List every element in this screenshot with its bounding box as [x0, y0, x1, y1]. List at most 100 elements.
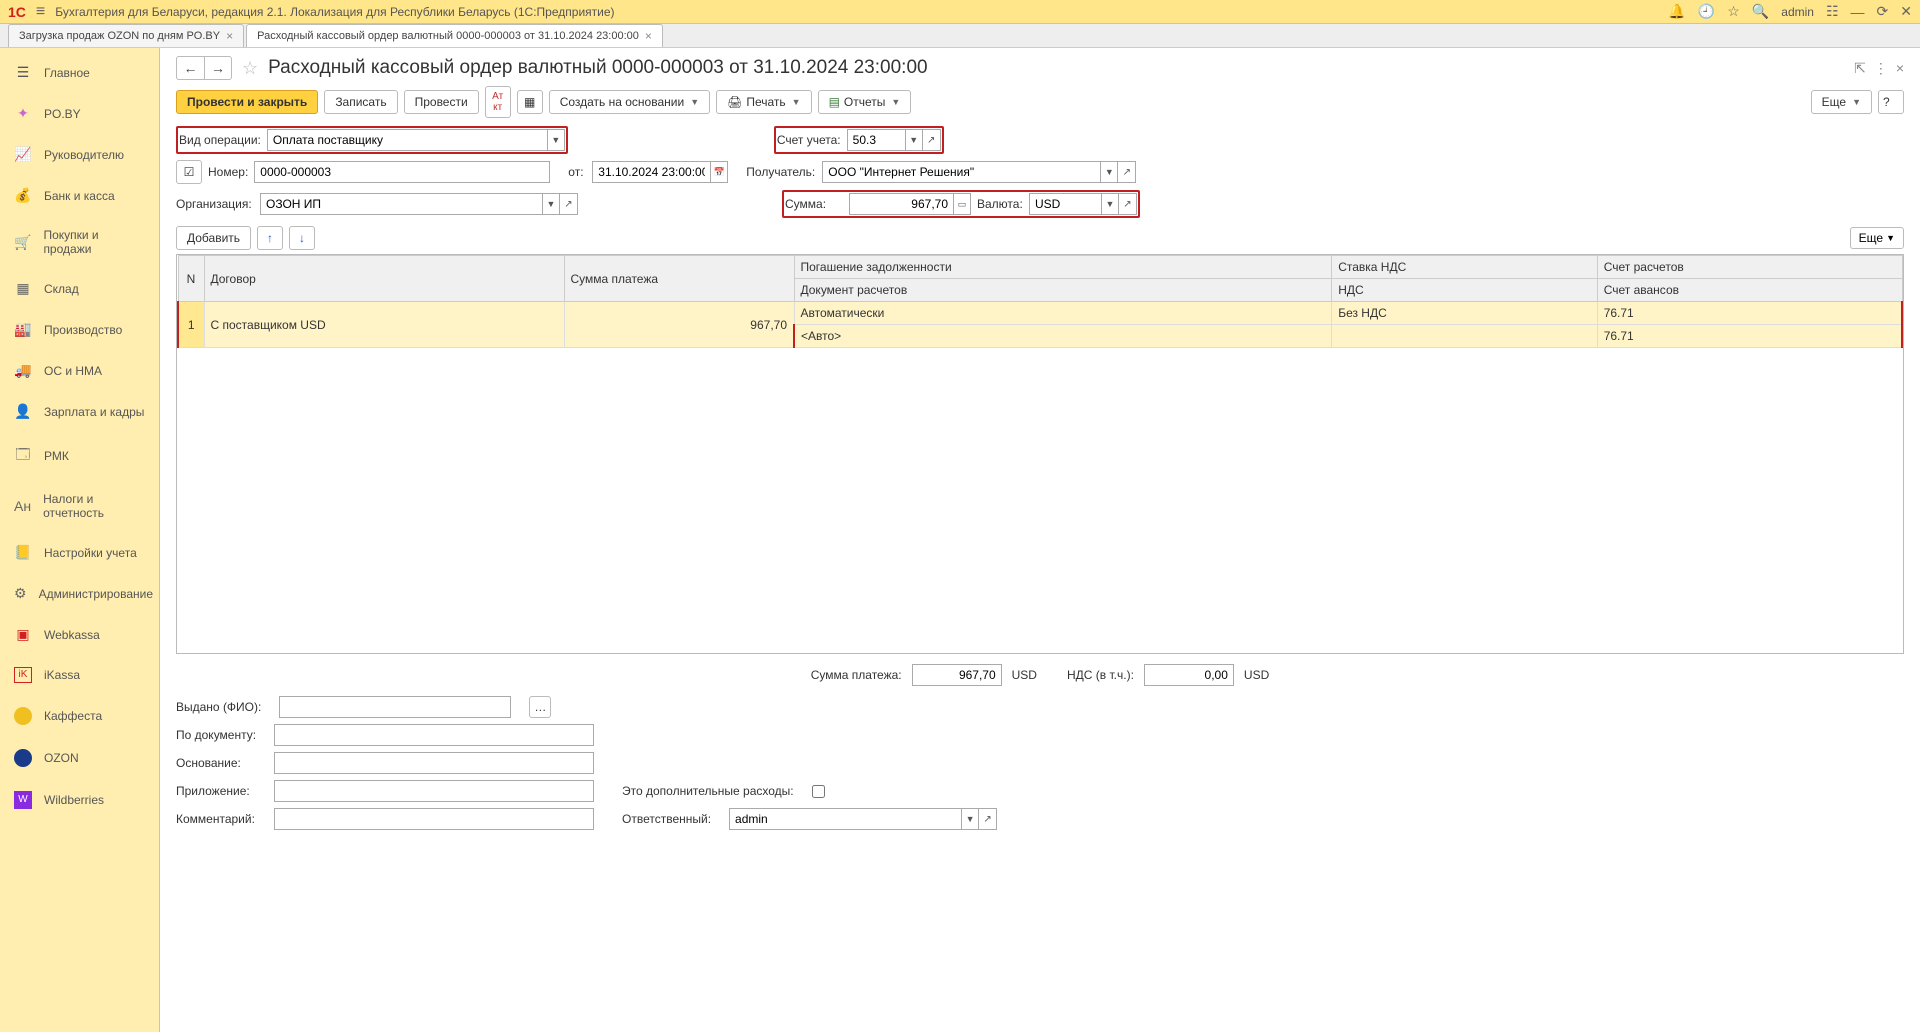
sidebar-item-taxes[interactable]: АнНалоги и отчетность: [0, 480, 159, 532]
issued-input[interactable]: [279, 696, 511, 718]
by-doc-input[interactable]: [274, 724, 594, 746]
issued-select-button[interactable]: …: [529, 696, 551, 718]
tab-cash-order[interactable]: Расходный кассовый ордер валютный 0000-0…: [246, 24, 663, 47]
post-and-close-button[interactable]: Провести и закрыть: [176, 90, 318, 114]
responsible-dropdown[interactable]: ▼: [961, 808, 979, 830]
col-settle-acc[interactable]: Счет расчетов: [1597, 256, 1902, 279]
recipient-open-icon[interactable]: ↗: [1118, 161, 1136, 183]
col-doc[interactable]: Документ расчетов: [794, 279, 1332, 302]
tab-close-icon[interactable]: ×: [645, 29, 652, 43]
sidebar-item-os-nma[interactable]: 🚚ОС и НМА: [0, 350, 159, 391]
col-advance-acc[interactable]: Счет авансов: [1597, 279, 1902, 302]
extra-costs-checkbox[interactable]: [812, 785, 825, 798]
add-row-button[interactable]: Добавить: [176, 226, 251, 250]
cell-doc[interactable]: <Авто>: [794, 325, 1332, 348]
sidebar-item-webkassa[interactable]: ▣Webkassa: [0, 614, 159, 655]
search-icon[interactable]: 🔍: [1752, 3, 1769, 20]
favorite-star-icon[interactable]: ☆: [242, 58, 258, 79]
currency-open-icon[interactable]: ↗: [1119, 193, 1137, 215]
col-amount[interactable]: Сумма платежа: [564, 256, 794, 302]
bell-icon[interactable]: 🔔: [1668, 3, 1685, 20]
currency-dropdown[interactable]: ▼: [1101, 193, 1119, 215]
sidebar-item-poby[interactable]: ✦PO.BY: [0, 93, 159, 134]
calculator-icon[interactable]: ▭: [953, 193, 971, 215]
structure-button[interactable]: ▦: [517, 90, 543, 114]
vat-total-field[interactable]: [1144, 664, 1234, 686]
page-menu-icon[interactable]: ⋮: [1874, 60, 1888, 77]
sidebar-item-wildberries[interactable]: WWildberries: [0, 779, 159, 821]
nav-forward-button[interactable]: →: [204, 56, 232, 80]
restore-icon[interactable]: ⟳: [1877, 3, 1889, 20]
page-close-icon[interactable]: ×: [1896, 60, 1904, 77]
reports-button[interactable]: ▤Отчеты▼: [818, 90, 912, 114]
hamburger-icon[interactable]: ≡: [36, 3, 45, 21]
sidebar-item-bank[interactable]: 💰Банк и касса: [0, 175, 159, 216]
org-dropdown[interactable]: ▼: [542, 193, 560, 215]
cell-vat[interactable]: [1332, 325, 1598, 348]
sidebar-item-ikassa[interactable]: iKiKassa: [0, 655, 159, 695]
minimize-icon[interactable]: —: [1851, 4, 1865, 20]
sidebar-item-production[interactable]: 🏭Производство: [0, 309, 159, 350]
cell-settle-acc[interactable]: 76.71: [1597, 302, 1902, 325]
operation-type-input[interactable]: [267, 129, 547, 151]
cell-vat-rate[interactable]: Без НДС: [1332, 302, 1598, 325]
col-vat-rate[interactable]: Ставка НДС: [1332, 256, 1598, 279]
sidebar-item-acc-settings[interactable]: 📒Настройки учета: [0, 532, 159, 573]
account-dropdown[interactable]: ▼: [905, 129, 923, 151]
account-open-icon[interactable]: ↗: [923, 129, 941, 151]
calendar-icon[interactable]: 📅: [710, 161, 728, 183]
sidebar-item-ozon[interactable]: OZON: [0, 737, 159, 779]
table-row[interactable]: 1 С поставщиком USD 967,70 Автоматически…: [178, 302, 1902, 325]
currency-input[interactable]: [1029, 193, 1101, 215]
move-down-button[interactable]: ↓: [289, 226, 315, 250]
history-icon[interactable]: 🕘: [1698, 3, 1715, 20]
recipient-dropdown[interactable]: ▼: [1100, 161, 1118, 183]
attachment-input[interactable]: [274, 780, 594, 802]
operation-type-dropdown[interactable]: ▼: [547, 129, 565, 151]
toolbar-more-button[interactable]: Еще▼: [1811, 90, 1872, 114]
col-contract[interactable]: Договор: [204, 256, 564, 302]
sum-input[interactable]: [849, 193, 953, 215]
print-button[interactable]: 🖨Печать▼: [716, 90, 811, 114]
tab-close-icon[interactable]: ×: [226, 29, 233, 43]
comment-input[interactable]: [274, 808, 594, 830]
nav-back-button[interactable]: ←: [176, 56, 204, 80]
star-icon[interactable]: ☆: [1727, 3, 1740, 20]
payment-sum-field[interactable]: [912, 664, 1002, 686]
basis-input[interactable]: [274, 752, 594, 774]
sidebar-item-salary[interactable]: 👤Зарплата и кадры: [0, 391, 159, 432]
tab-ozon-load[interactable]: Загрузка продаж OZON по дням PO.BY ×: [8, 24, 244, 47]
close-window-icon[interactable]: ✕: [1900, 3, 1912, 20]
account-input[interactable]: [847, 129, 905, 151]
sidebar-item-main[interactable]: ☰Главное: [0, 52, 159, 93]
dtkt-button[interactable]: Аткт: [485, 86, 511, 118]
cell-repayment[interactable]: Автоматически: [794, 302, 1332, 325]
create-based-button[interactable]: Создать на основании▼: [549, 90, 710, 114]
recipient-input[interactable]: [822, 161, 1100, 183]
post-button[interactable]: Провести: [404, 90, 479, 114]
table-more-button[interactable]: Еще▼: [1850, 227, 1904, 249]
col-n[interactable]: N: [178, 256, 204, 302]
org-input[interactable]: [260, 193, 542, 215]
sidebar-item-kaffesta[interactable]: Каффеста: [0, 695, 159, 737]
sidebar-item-warehouse[interactable]: ▦Склад: [0, 268, 159, 309]
sidebar-item-rmk[interactable]: 🗔РМК: [0, 432, 159, 480]
open-window-icon[interactable]: ⇱: [1854, 60, 1866, 77]
cell-amount[interactable]: 967,70: [564, 302, 794, 348]
sidebar-item-manager[interactable]: 📈Руководителю: [0, 134, 159, 175]
number-auto-button[interactable]: ☑: [176, 160, 202, 184]
sidebar-item-sales[interactable]: 🛒Покупки и продажи: [0, 216, 159, 268]
current-user[interactable]: admin: [1781, 5, 1814, 19]
col-vat[interactable]: НДС: [1332, 279, 1598, 302]
write-button[interactable]: Записать: [324, 90, 397, 114]
date-input[interactable]: [592, 161, 710, 183]
move-up-button[interactable]: ↑: [257, 226, 283, 250]
sidebar-item-admin[interactable]: ⚙Администрирование: [0, 573, 159, 614]
responsible-input[interactable]: [729, 808, 961, 830]
settings-bars-icon[interactable]: ☷: [1826, 3, 1839, 20]
cell-contract[interactable]: С поставщиком USD: [204, 302, 564, 348]
help-button[interactable]: ?: [1878, 90, 1904, 114]
org-open-icon[interactable]: ↗: [560, 193, 578, 215]
cell-advance-acc[interactable]: 76.71: [1597, 325, 1902, 348]
col-repayment[interactable]: Погашение задолженности: [794, 256, 1332, 279]
